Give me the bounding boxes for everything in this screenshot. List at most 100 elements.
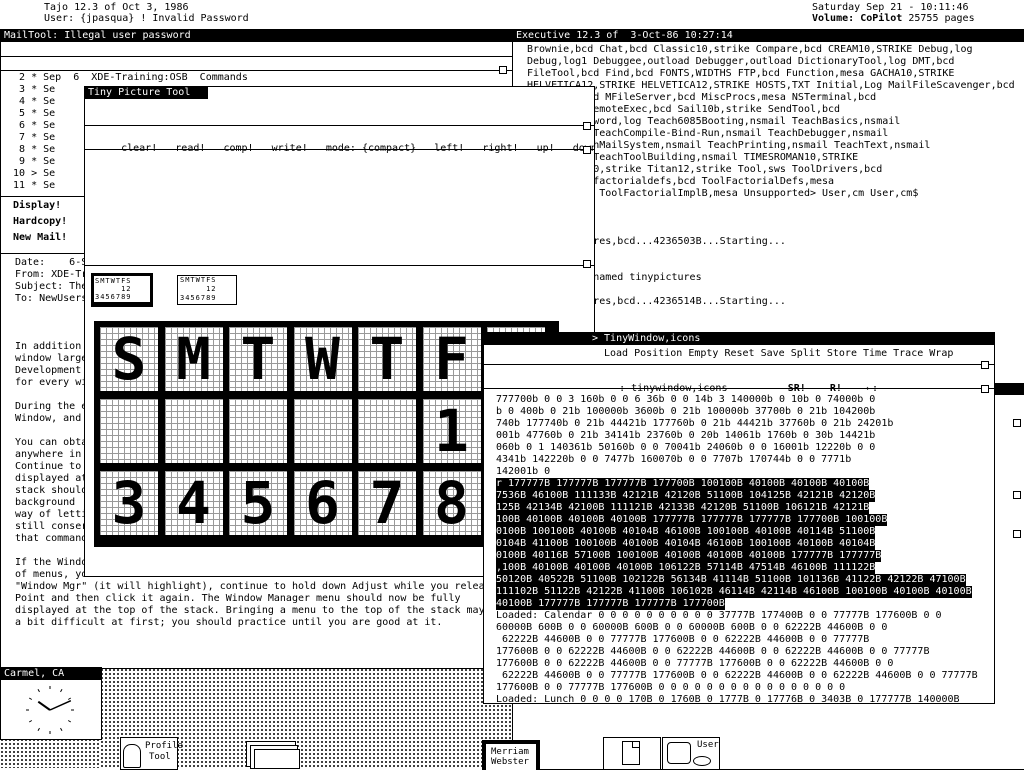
merriam-webster-icon[interactable]: Merriam Webster bbox=[482, 740, 540, 770]
file-viewer-menu-trace[interactable]: Trace bbox=[893, 348, 923, 359]
clock-title[interactable]: Carmel, CA bbox=[1, 668, 101, 680]
zoomed-glyph: 5 bbox=[240, 469, 276, 537]
file-viewer-menu-load[interactable]: Load bbox=[604, 348, 628, 359]
small-calendar[interactable]: SMTWTFS 12 3456789 bbox=[177, 275, 237, 305]
mail-message-line: displayed at the top of the stack. Bring… bbox=[15, 605, 485, 616]
tiny-picture-title[interactable]: Tiny Picture Tool bbox=[85, 87, 208, 99]
file-viewer-box-2[interactable] bbox=[981, 385, 989, 393]
zoomed-cell[interactable]: 6 bbox=[293, 471, 352, 535]
tiny-picture-subwindow-box-3[interactable] bbox=[583, 260, 591, 268]
clock-hour-hand bbox=[37, 700, 51, 711]
file-viewer-box-1[interactable] bbox=[981, 361, 989, 369]
file-viewer-menu-time[interactable]: Time bbox=[863, 348, 887, 359]
small-calendar-row3: 3456789 bbox=[95, 293, 132, 301]
clock-tick bbox=[67, 720, 72, 723]
zoomed-cell[interactable] bbox=[164, 399, 223, 463]
mail-list-item: 4 * Se bbox=[1, 96, 56, 107]
file-viewer-menu-store[interactable]: Store bbox=[827, 348, 857, 359]
mail-list-item: 9 * Se bbox=[1, 156, 56, 167]
mail-message-line: for every wi bbox=[15, 377, 88, 388]
mail-message-line: From: XDE-Tr bbox=[15, 269, 88, 280]
zoomed-cell[interactable]: S bbox=[100, 327, 158, 391]
volume-label: Volume: bbox=[812, 13, 855, 24]
file-viewer-line: 4341b 142220b 0 0 7477b 160070b 0 0 7707… bbox=[496, 454, 852, 465]
file-viewer-menu-position[interactable]: Position bbox=[634, 348, 682, 359]
zoomed-cell[interactable]: 1 bbox=[422, 399, 481, 463]
new-mail-command[interactable]: New Mail! bbox=[13, 232, 67, 244]
mail-message-line: If the Windo bbox=[15, 557, 88, 568]
zoomed-cell[interactable]: 3 bbox=[100, 471, 158, 535]
small-calendar-row2: 12 bbox=[95, 285, 132, 293]
hardcopy-command[interactable]: Hardcopy! bbox=[13, 216, 67, 228]
mail-list-item: 2 * Sep 6 XDE-Training:OSB Commands bbox=[1, 72, 248, 83]
file-viewer-line: r 177777B 177777B 177777B 177700B 100100… bbox=[496, 478, 870, 490]
zoomed-cell[interactable] bbox=[358, 399, 416, 463]
mail-message-line: "Window Mgr" (it will highlight), contin… bbox=[15, 581, 485, 592]
file-viewer-menu-reset[interactable]: Reset bbox=[724, 348, 754, 359]
scroll-box-2[interactable] bbox=[1013, 491, 1021, 499]
zoomed-cell[interactable]: 5 bbox=[229, 471, 287, 535]
zoomed-glyph bbox=[100, 399, 158, 463]
zoomed-cell[interactable]: 8 bbox=[422, 469, 481, 537]
mailtool-subwindow-box[interactable] bbox=[499, 66, 507, 74]
small-calendar-row3-2: 3456789 bbox=[180, 294, 217, 302]
scroll-box-1[interactable] bbox=[1013, 419, 1021, 427]
user-icon[interactable]: User bbox=[662, 737, 720, 770]
zoomed-cell[interactable] bbox=[293, 399, 352, 463]
zoomed-cell[interactable]: F bbox=[422, 327, 481, 391]
file-viewer-line: 740b 177740b 0 21b 44421b 177760b 0 21b … bbox=[496, 418, 894, 429]
display-command[interactable]: Display! bbox=[13, 200, 61, 212]
file-viewer-window[interactable]: > TinyWindow,icons Load Position Empty R… bbox=[483, 332, 995, 704]
clock-tick bbox=[60, 727, 63, 732]
zoomed-glyph bbox=[165, 399, 223, 463]
folder-icon[interactable] bbox=[240, 737, 300, 769]
zoomed-cell[interactable] bbox=[229, 399, 287, 463]
mail-message-line: Continue to bbox=[15, 461, 82, 472]
executive-title[interactable]: Executive 12.3 of 3-Oct-86 10:27:14 bbox=[513, 30, 1024, 42]
file-viewer-menu-wrap[interactable]: Wrap bbox=[929, 348, 953, 359]
zoomed-glyph bbox=[294, 399, 352, 463]
mail-message-line: still conser bbox=[15, 521, 88, 532]
zoomed-cell[interactable]: T bbox=[358, 327, 416, 391]
tiny-picture-subwindow-box-1[interactable] bbox=[583, 122, 591, 130]
profile-tool-icon[interactable]: Profile Tool bbox=[120, 737, 183, 770]
file-viewer-menu-split[interactable]: Split bbox=[791, 348, 821, 359]
document-icon[interactable] bbox=[603, 737, 661, 770]
zoomed-cell[interactable]: 7 bbox=[358, 471, 416, 535]
file-viewer-line: 177600B 0 0 62222B 44600B 0 0 62222B 446… bbox=[496, 646, 930, 657]
zoomed-cell[interactable] bbox=[100, 399, 158, 463]
volume-name: CoPilot bbox=[860, 13, 903, 24]
exec-selection-bar bbox=[995, 383, 1024, 395]
mail-message-line: displayed at bbox=[15, 473, 88, 484]
file-viewer-title-text: > TinyWindow,icons bbox=[592, 333, 701, 344]
file-viewer-line: 125B 42134B 42100B 111121B 42133B 42120B… bbox=[496, 502, 870, 514]
file-viewer-title[interactable]: > TinyWindow,icons bbox=[484, 333, 994, 345]
clock-window[interactable]: Carmel, CA bbox=[0, 667, 102, 740]
mail-message-line: background bbox=[15, 497, 76, 508]
zoomed-cell[interactable]: M bbox=[164, 327, 223, 391]
zoomed-glyph: 8 bbox=[434, 469, 469, 537]
zoomed-cell[interactable]: 4 bbox=[164, 471, 223, 535]
user-status: User: {jpasqua} ! Invalid Password bbox=[44, 13, 249, 24]
header-area: Tajo 12.3 of Oct 3, 1986 User: {jpasqua}… bbox=[0, 0, 1024, 30]
scroll-box-3[interactable] bbox=[1013, 530, 1021, 538]
zoomed-cell[interactable]: W bbox=[293, 325, 352, 393]
mail-message-line: that command bbox=[15, 533, 88, 544]
file-viewer-menu-empty[interactable]: Empty bbox=[688, 348, 718, 359]
small-calendar-selected[interactable]: SMTWTFS 12 3456789 bbox=[91, 273, 153, 307]
zoomed-glyph: W bbox=[305, 325, 340, 393]
mail-message-line: anywhere in bbox=[15, 449, 82, 460]
mailtool-title[interactable]: MailTool: Illegal user password bbox=[1, 30, 512, 42]
clock-tick bbox=[37, 688, 40, 693]
mail-list-item: 3 * Se bbox=[1, 84, 56, 95]
mail-list-item: 5 * Se bbox=[1, 108, 56, 119]
clock-tick bbox=[60, 688, 63, 693]
mail-message-line: You can obta bbox=[15, 437, 88, 448]
file-viewer-menu-save[interactable]: Save bbox=[761, 348, 785, 359]
file-viewer-line: 777700b 0 0 3 160b 0 0 6 36b 0 0 14b 3 1… bbox=[496, 394, 876, 405]
mail-message-line: Subject: The bbox=[15, 281, 88, 292]
zoomed-cell[interactable]: T bbox=[229, 327, 287, 391]
small-calendar-row2-2: 12 bbox=[180, 285, 217, 293]
mail-list-item: 11 * Se bbox=[1, 180, 56, 191]
tiny-picture-subwindow-box-2[interactable] bbox=[583, 146, 591, 154]
